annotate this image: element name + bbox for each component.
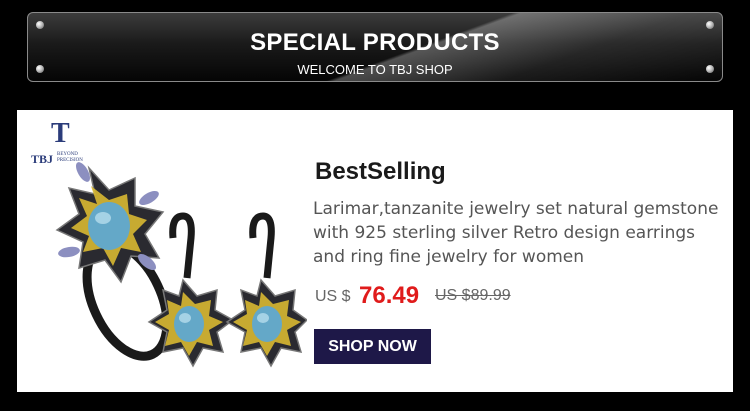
currency-label: US $ <box>315 288 351 305</box>
ring <box>55 162 172 361</box>
special-products-banner: SPECIAL PRODUCTS WELCOME TO TBJ SHOP <box>27 12 723 82</box>
product-heading: BestSelling <box>315 158 446 185</box>
rivet-icon <box>36 21 44 29</box>
banner-subtitle: WELCOME TO TBJ SHOP <box>297 62 453 77</box>
rivet-icon <box>706 21 714 29</box>
jewelry-set-image[interactable] <box>17 150 307 390</box>
banner-title: SPECIAL PRODUCTS <box>250 29 500 56</box>
right-earring <box>225 212 307 368</box>
shop-now-button[interactable]: SHOP NOW <box>314 329 431 364</box>
product-description[interactable]: Larimar,tanzanite jewelry set natural ge… <box>313 197 723 269</box>
original-price: US $89.99 <box>435 287 511 304</box>
sale-price: 76.49 <box>359 282 420 309</box>
product-card[interactable]: T TBJ BEYOND PRECISION BestSelling Larim… <box>17 110 733 392</box>
brand-monogram: T <box>51 118 70 149</box>
